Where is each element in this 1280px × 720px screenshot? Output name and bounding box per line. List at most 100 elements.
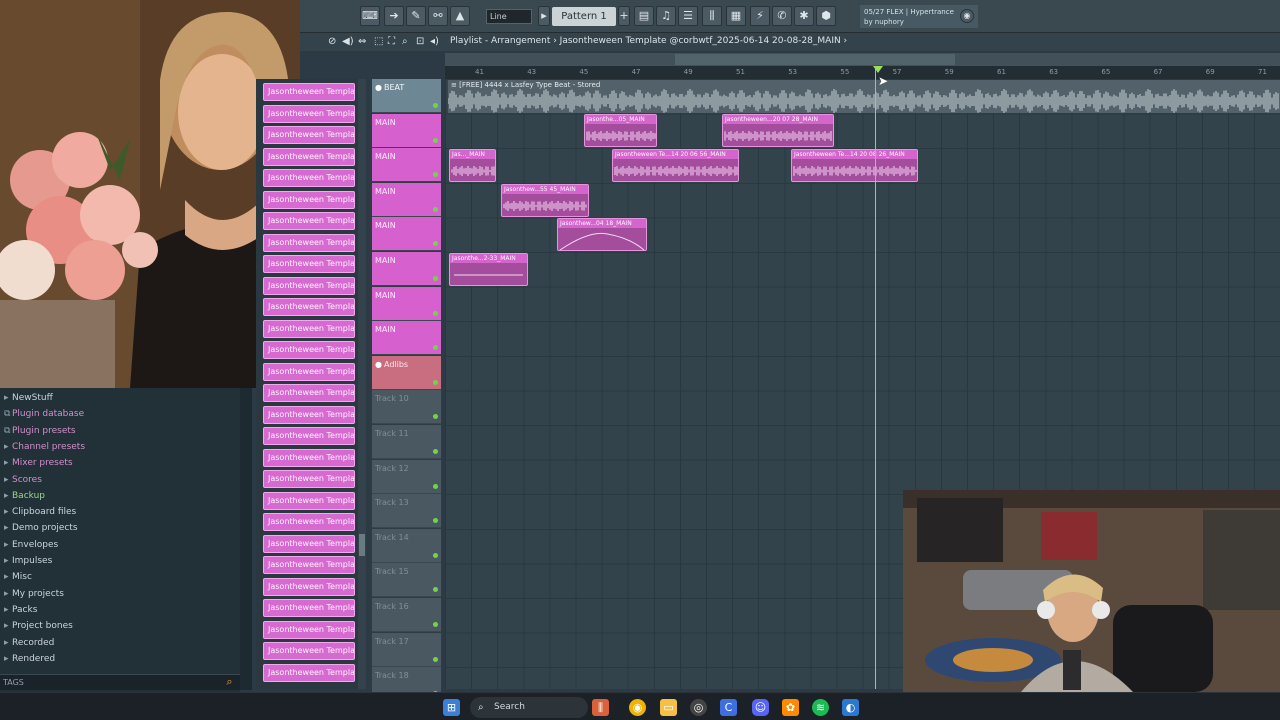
- playlist-overview[interactable]: [445, 53, 1280, 66]
- pattern-item[interactable]: Jasontheween Template...: [263, 147, 355, 166]
- playhead[interactable]: [875, 66, 876, 689]
- app-icon[interactable]: ◐: [842, 699, 859, 716]
- track-header[interactable]: MAIN: [372, 148, 441, 183]
- pattern-item[interactable]: Jasontheween Template...: [263, 427, 355, 445]
- pattern-item[interactable]: Jasontheween Template...: [263, 298, 355, 316]
- pattern-item[interactable]: Jasontheween Template...: [263, 276, 355, 295]
- pattern-item[interactable]: Jasontheween Template...: [263, 534, 355, 553]
- track-mute-led[interactable]: [433, 206, 438, 212]
- browser-item[interactable]: ⧉ Plugin database: [0, 407, 236, 422]
- track-mute-led[interactable]: [433, 379, 438, 385]
- pattern-item[interactable]: Jasontheween Template...: [263, 212, 355, 230]
- track-header[interactable]: MAIN: [372, 113, 441, 148]
- pattern-prev-button[interactable]: ▸: [538, 6, 550, 26]
- obs-icon[interactable]: ◎: [690, 699, 707, 716]
- c-app-icon[interactable]: C: [720, 699, 737, 716]
- browser-item[interactable]: ▸ Envelopes: [0, 538, 236, 553]
- pattern-item[interactable]: Jasontheween Template...: [263, 104, 355, 123]
- pattern-clip[interactable]: Jasonthew...04 18_MAIN: [557, 218, 647, 251]
- pattern-item[interactable]: Jasontheween Template...: [263, 448, 355, 467]
- pattern-item[interactable]: Jasontheween Template...: [263, 599, 355, 617]
- speaker-icon[interactable]: ◀): [342, 36, 354, 47]
- browser-search-field[interactable]: TAGS: [0, 674, 240, 690]
- pattern-item[interactable]: Jasontheween Template...: [263, 362, 355, 381]
- browser-item[interactable]: ▸ My projects: [0, 587, 236, 602]
- track-mute-led[interactable]: [433, 172, 438, 178]
- fl-studio-taskbar-icon[interactable]: ⫼: [592, 699, 609, 716]
- pattern-item[interactable]: Jasontheween Template...: [263, 556, 355, 574]
- shop-icon[interactable]: ⬢: [816, 6, 836, 26]
- track-mute-led[interactable]: [433, 310, 438, 316]
- pencil-icon[interactable]: ✎: [406, 6, 426, 26]
- pattern-clip[interactable]: Jasonthew...55 45_MAIN: [501, 184, 589, 217]
- microphone-icon[interactable]: ✆: [772, 6, 792, 26]
- track-mute-led[interactable]: [433, 483, 438, 489]
- track-header[interactable]: Track 11: [372, 425, 441, 459]
- track-mute-led[interactable]: [433, 103, 438, 108]
- track-mute-led[interactable]: [433, 241, 438, 247]
- browser-item[interactable]: ▸ Recorded: [0, 636, 236, 651]
- track-mute-led[interactable]: [433, 656, 438, 662]
- overview-window[interactable]: [675, 54, 955, 65]
- track-mute-led[interactable]: [433, 137, 438, 143]
- search-icon[interactable]: ⌕: [222, 675, 237, 689]
- zoom-fit-icon[interactable]: ⛶: [388, 36, 395, 47]
- track-header[interactable]: ● BEAT: [372, 79, 441, 113]
- stamp-icon[interactable]: ▲: [450, 6, 470, 26]
- track-mute-led[interactable]: [433, 276, 438, 281]
- link-icon[interactable]: ⚯: [428, 6, 448, 26]
- plugin-picker-icon[interactable]: ⚡: [750, 6, 770, 26]
- playlist-window-icon[interactable]: ▤: [634, 6, 654, 26]
- channel-rack-icon[interactable]: ☰: [678, 6, 698, 26]
- pattern-item[interactable]: Jasontheween Template...: [263, 384, 355, 402]
- track-header[interactable]: MAIN: [372, 252, 441, 286]
- slip-icon[interactable]: ⇔: [358, 36, 366, 47]
- track-header[interactable]: MAIN: [372, 182, 441, 217]
- pattern-clip[interactable]: Jasonthe...2-33_MAIN: [449, 253, 528, 286]
- snap-select[interactable]: Line: [486, 9, 532, 24]
- browser-item[interactable]: ▸ NewStuff: [0, 391, 236, 406]
- pattern-item[interactable]: Jasontheween Template...: [263, 620, 355, 639]
- browser-item[interactable]: ▸ Backup: [0, 489, 236, 504]
- browser-item[interactable]: ▸ Impulses: [0, 554, 236, 569]
- piano-roll-icon[interactable]: ♫: [656, 6, 676, 26]
- playback-icon[interactable]: ⊡: [416, 36, 424, 47]
- pattern-add-button[interactable]: +: [618, 6, 630, 26]
- windows-start-icon[interactable]: ⊞: [443, 699, 460, 716]
- pattern-item[interactable]: Jasontheween Template...: [263, 642, 355, 660]
- track-mute-led[interactable]: [433, 552, 438, 558]
- pattern-item[interactable]: Jasontheween Template...: [263, 319, 355, 338]
- pattern-item[interactable]: Jasontheween Template...: [263, 255, 355, 273]
- pattern-clip[interactable]: Jasonthe...05_MAIN: [584, 114, 657, 147]
- zoom-icon[interactable]: ⌕: [402, 36, 408, 47]
- track-header[interactable]: Track 16: [372, 598, 441, 632]
- audio-clip-beat[interactable]: ≡ [FREE] 4444 x Lasfey Type Beat - Store…: [447, 80, 1280, 113]
- browser-scrollbar[interactable]: [240, 388, 252, 690]
- browser-item[interactable]: ⧉ Plugin presets: [0, 424, 236, 439]
- pattern-scrollbar[interactable]: [358, 79, 366, 689]
- no-entry-icon[interactable]: ⊘: [328, 36, 336, 47]
- track-mute-led[interactable]: [433, 518, 438, 524]
- fl-studio-icon[interactable]: ✿: [782, 699, 799, 716]
- discord-icon[interactable]: ☺: [752, 699, 769, 716]
- pattern-item[interactable]: Jasontheween Template...: [263, 233, 355, 252]
- track-mute-led[interactable]: [433, 449, 438, 454]
- pattern-clip[interactable]: Jasontheween Te...14 20 06 56_MAIN: [612, 149, 739, 182]
- pattern-clip[interactable]: Jas..._MAIN: [449, 149, 496, 182]
- browser-item[interactable]: ▸ Scores: [0, 473, 236, 488]
- wrench-icon[interactable]: ✱: [794, 6, 814, 26]
- taskbar-search[interactable]: Search: [470, 697, 588, 718]
- pattern-item[interactable]: Jasontheween Template...: [263, 341, 355, 359]
- browser-item[interactable]: ▸ Packs: [0, 603, 236, 618]
- track-header[interactable]: Track 17: [372, 632, 441, 667]
- track-header[interactable]: Track 12: [372, 459, 441, 494]
- chrome-icon[interactable]: ◉: [629, 699, 646, 716]
- pattern-item[interactable]: Jasontheween Template...: [263, 190, 355, 209]
- track-header[interactable]: Track 13: [372, 494, 441, 529]
- track-header[interactable]: Track 15: [372, 563, 441, 598]
- pattern-scroll-thumb[interactable]: [359, 534, 365, 556]
- browser-item[interactable]: ▸ Misc: [0, 570, 236, 585]
- browser-item[interactable]: ▸ Rendered: [0, 652, 236, 667]
- track-mute-led[interactable]: [433, 345, 438, 351]
- spotify-icon[interactable]: ≋: [812, 699, 829, 716]
